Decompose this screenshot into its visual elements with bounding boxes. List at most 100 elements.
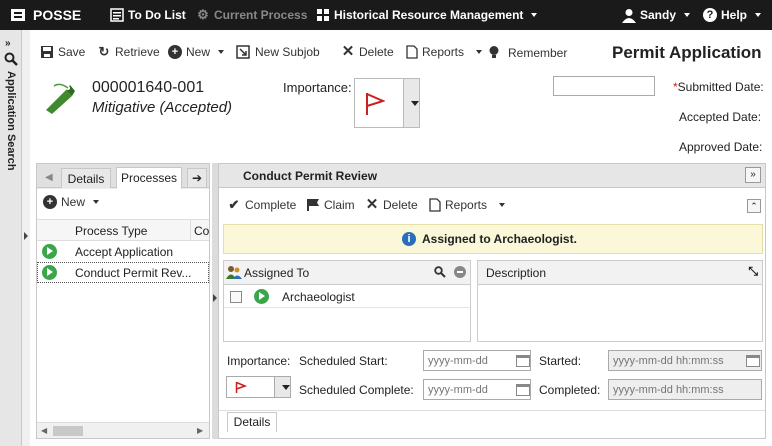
description-box[interactable]: Description ⤡ xyxy=(477,260,763,342)
todo-list-link[interactable]: To Do List xyxy=(110,0,186,30)
task-panel-title: Conduct Permit Review xyxy=(243,169,378,183)
importance-label: Importance: xyxy=(283,80,352,95)
current-process-label: Current Process xyxy=(214,8,308,22)
help-label: Help xyxy=(721,8,748,22)
search-icon[interactable] xyxy=(434,266,446,278)
plus-circle-icon: + xyxy=(43,195,57,209)
task-importance-label: Importance: xyxy=(227,354,291,368)
task-panel: Conduct Permit Review » ✔ Complete Claim… xyxy=(218,163,766,439)
red-flag-icon xyxy=(235,381,247,393)
claim-label: Claim xyxy=(324,198,355,212)
process-type-cell: Accept Application xyxy=(75,245,174,259)
assignment-banner: i Assigned to Archaeologist. xyxy=(223,224,763,254)
list-icon xyxy=(110,8,124,22)
play-icon xyxy=(42,265,57,280)
importance-select[interactable] xyxy=(354,78,420,128)
delete-x-icon: ✕ xyxy=(365,196,379,213)
delete-button[interactable]: ✕ Delete xyxy=(341,43,394,60)
main-content: Save ↻ Retrieve + New New Subjob ✕ Delet… xyxy=(30,30,772,446)
expand-panel-icon[interactable]: » xyxy=(745,167,761,183)
red-flag-icon xyxy=(366,93,385,115)
splitter-arrow-icon[interactable] xyxy=(213,294,217,302)
accepted-date-label: Accepted Date: xyxy=(679,110,762,124)
historical-menu[interactable]: Historical Resource Management xyxy=(316,0,538,30)
job-type-icon xyxy=(42,82,76,117)
job-status: Mitigative (Accepted) xyxy=(92,99,233,116)
completed-input[interactable] xyxy=(608,379,762,400)
posse-logo[interactable]: POSSE xyxy=(10,0,81,30)
reports-button[interactable]: Reports xyxy=(406,45,483,59)
process-type-cell: Conduct Permit Rev... xyxy=(75,266,192,280)
processes-list: + New Process Type Co Accept Application… xyxy=(37,189,209,438)
new-subjob-button[interactable]: New Subjob xyxy=(236,45,320,59)
calendar-icon[interactable] xyxy=(746,355,760,367)
user-icon xyxy=(622,8,636,23)
tab-details[interactable]: Details xyxy=(61,168,111,188)
plus-circle-icon: + xyxy=(168,45,182,59)
submitted-date-input[interactable] xyxy=(553,76,655,96)
horizontal-scrollbar[interactable]: ◀ ▶ xyxy=(37,422,209,438)
column-co[interactable]: Co xyxy=(190,220,209,240)
task-importance-toggle[interactable] xyxy=(274,377,290,397)
completed-label: Completed: xyxy=(539,383,601,397)
grid-icon xyxy=(317,9,329,21)
chevron-down-icon xyxy=(499,203,506,207)
scheduled-start-input[interactable] xyxy=(423,350,531,371)
task-reports-button[interactable]: Reports xyxy=(429,198,506,212)
new-button[interactable]: + New xyxy=(168,45,225,59)
task-delete-button[interactable]: ✕ Delete xyxy=(365,196,418,213)
chevron-down-icon xyxy=(684,13,691,17)
calendar-icon[interactable] xyxy=(516,384,530,396)
scroll-left-arrow-icon[interactable]: ◀ xyxy=(41,426,47,435)
remove-icon[interactable] xyxy=(454,266,466,278)
column-process-type[interactable]: Process Type xyxy=(75,224,147,238)
tab-processes[interactable]: Processes xyxy=(116,167,182,189)
application-search-strip[interactable]: » Application Search xyxy=(0,30,28,446)
collapse-arrow-icon[interactable] xyxy=(24,232,28,240)
tab-task-details[interactable]: Details xyxy=(227,412,277,432)
user-menu[interactable]: Sandy xyxy=(622,0,691,30)
new-process-label: New xyxy=(61,195,86,209)
calendar-icon[interactable] xyxy=(516,355,530,367)
current-process-link[interactable]: ⚙ Current Process xyxy=(196,0,307,30)
list-item[interactable]: Archaeologist xyxy=(224,286,470,308)
job-number: 000001640-001 xyxy=(92,79,205,96)
retrieve-button[interactable]: ↻ Retrieve xyxy=(97,44,160,60)
task-reports-label: Reports xyxy=(445,198,488,212)
description-title: Description xyxy=(486,266,547,280)
chevron-down-icon xyxy=(755,13,762,17)
tab-scroll-right-icon[interactable]: ➔ xyxy=(187,168,207,188)
historical-menu-label: Historical Resource Management xyxy=(334,8,524,22)
banner-text: Assigned to Archaeologist. xyxy=(422,232,577,246)
new-subjob-label: New Subjob xyxy=(255,45,320,59)
task-panel-header: Conduct Permit Review » xyxy=(219,164,765,188)
save-button[interactable]: Save xyxy=(40,45,85,59)
tab-scroll-left-icon[interactable]: ◀ xyxy=(45,172,53,183)
complete-label: Complete xyxy=(245,198,297,212)
reports-label: Reports xyxy=(422,45,465,59)
started-input[interactable] xyxy=(608,350,762,371)
scrollbar-thumb[interactable] xyxy=(53,426,83,436)
description-header: Description ⤡ xyxy=(478,261,762,285)
magnifier-icon xyxy=(4,52,18,69)
delete-label: Delete xyxy=(359,45,394,59)
scheduled-complete-input[interactable] xyxy=(423,379,531,400)
scroll-right-arrow-icon[interactable]: ▶ xyxy=(197,426,203,435)
collapse-toolbar-icon[interactable]: ⌃ xyxy=(747,199,761,213)
help-menu[interactable]: ? Help xyxy=(703,0,762,30)
table-row[interactable]: Conduct Permit Rev... xyxy=(37,262,209,283)
expand-chevrons-icon[interactable]: » xyxy=(5,38,11,49)
task-importance-select[interactable] xyxy=(226,376,291,398)
chevron-down-icon xyxy=(531,13,538,17)
lightbulb-icon xyxy=(489,46,499,58)
refresh-icon: ↻ xyxy=(98,44,110,59)
claim-button[interactable]: Claim xyxy=(306,198,355,212)
assignee-checkbox[interactable] xyxy=(230,291,242,303)
new-process-button[interactable]: + New xyxy=(43,195,100,209)
expand-arrows-icon[interactable]: ⤡ xyxy=(748,264,758,279)
delete-x-icon: ✕ xyxy=(341,43,355,60)
table-row[interactable]: Accept Application xyxy=(37,242,209,262)
complete-button[interactable]: ✔ Complete xyxy=(227,198,297,213)
importance-dropdown-toggle[interactable] xyxy=(403,79,419,127)
remember-button[interactable]: Remember xyxy=(488,45,567,60)
